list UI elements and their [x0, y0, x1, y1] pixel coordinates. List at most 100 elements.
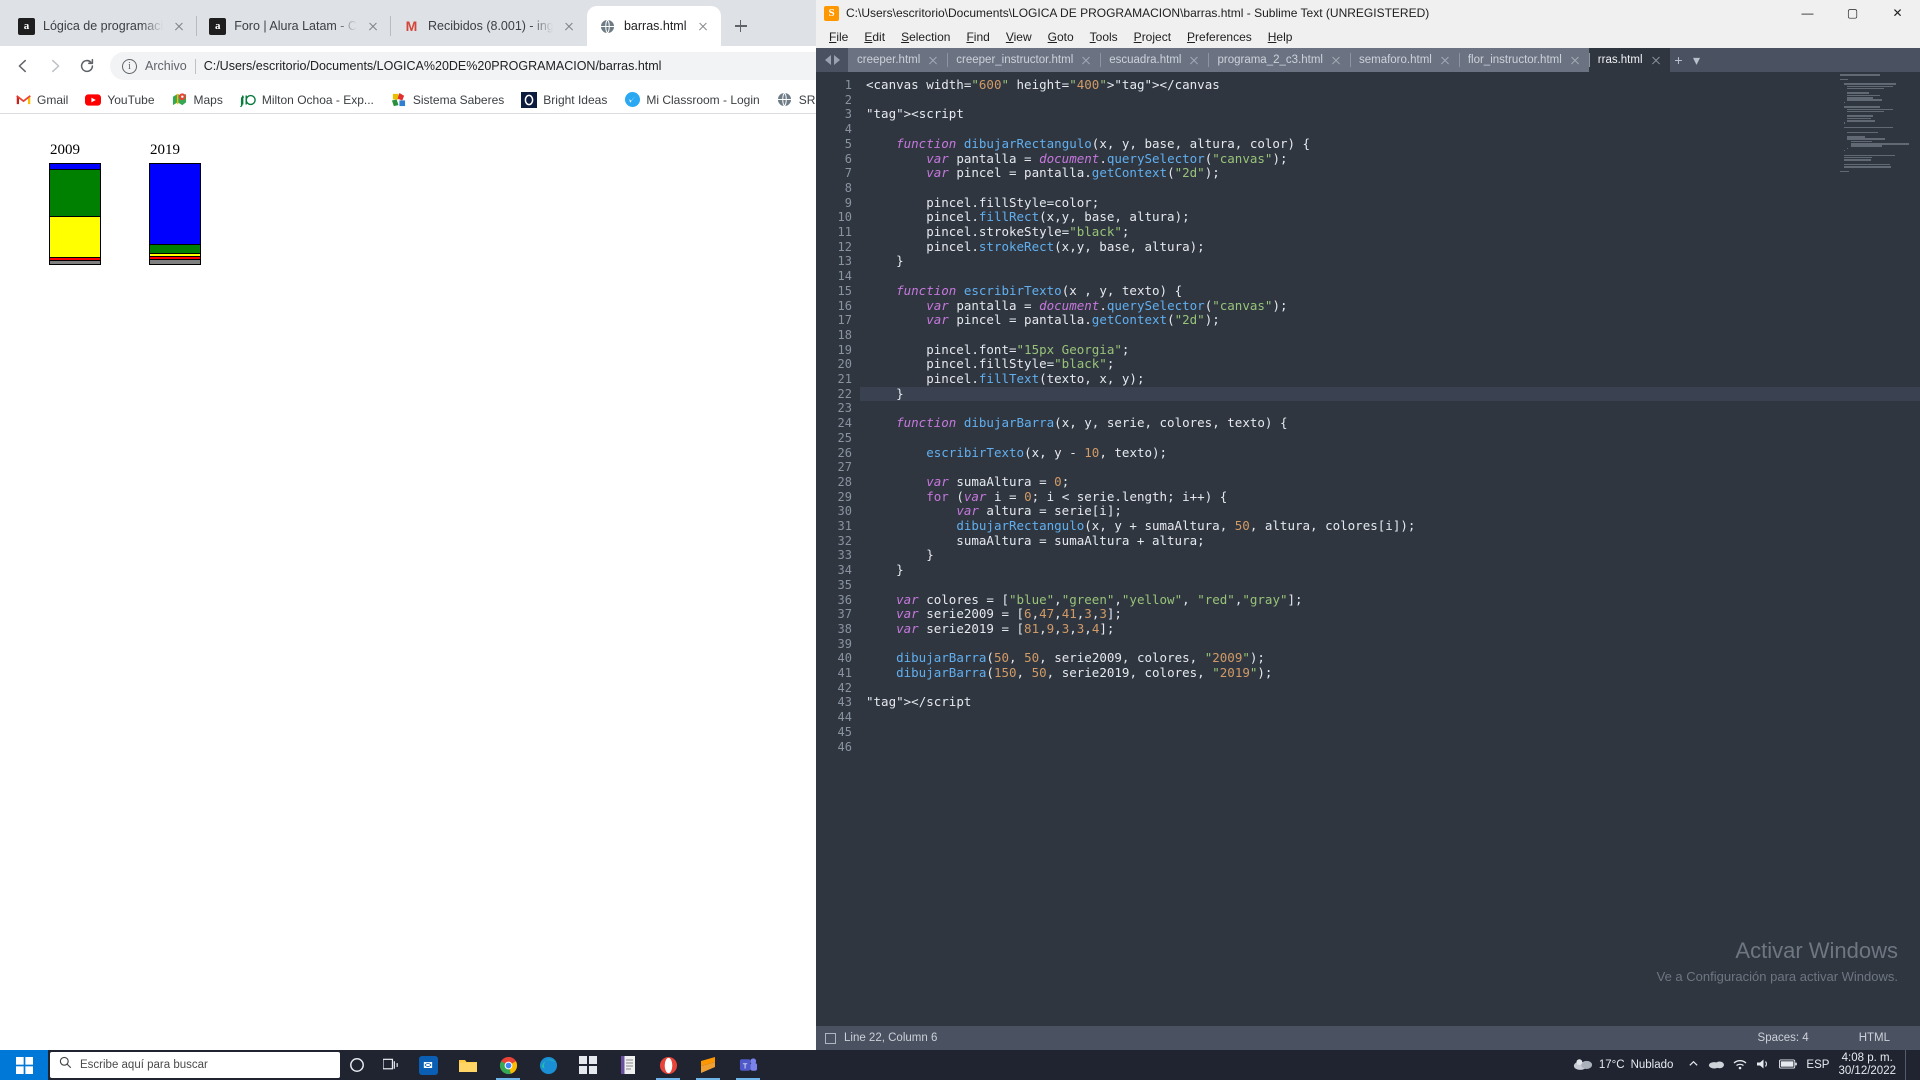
line-number: 12	[837, 239, 852, 254]
forward-button[interactable]	[40, 51, 70, 81]
bookmark-youtube[interactable]: YouTube	[78, 89, 161, 111]
menu-item-tools[interactable]: Tools	[1083, 28, 1125, 46]
opera-app[interactable]	[648, 1050, 688, 1080]
info-icon[interactable]: i	[122, 58, 137, 74]
close-icon[interactable]	[1331, 55, 1341, 65]
indent-setting[interactable]: Spaces: 4	[1758, 1032, 1809, 1044]
code-line: function escribirTexto(x , y, texto) {	[896, 282, 1183, 298]
menu-item-file[interactable]: File	[822, 28, 855, 46]
editor-tab-label: rras.html	[1597, 54, 1643, 66]
bookmark-sistema-saberes[interactable]: Sistema Saberes	[384, 89, 511, 111]
sublime-text-app[interactable]	[688, 1050, 728, 1080]
edge-app[interactable]	[528, 1050, 568, 1080]
new-tab-icon[interactable]: +	[1670, 48, 1688, 72]
srm-icon	[777, 92, 793, 108]
sublime-tab-bar: creeper.html creeper_instructor.html escua…	[816, 48, 1920, 72]
code-line: escribirTexto(x, y - 10, texto);	[926, 444, 1168, 460]
browser-tab-0[interactable]: a Lógica de programaci	[6, 6, 198, 46]
menu-item-project[interactable]: Project	[1127, 28, 1178, 46]
omnibox-scheme-label: Archivo	[145, 59, 187, 73]
taskbar-clock[interactable]: 4:08 p. m. 30/12/2022	[1838, 1052, 1896, 1078]
editor-tab-6[interactable]: rras.html	[1588, 48, 1670, 72]
bookmark-maps[interactable]: Maps	[165, 89, 230, 111]
code-line: var serie2019 = [81,9,3,3,4];	[896, 620, 1115, 636]
close-icon[interactable]	[365, 18, 381, 34]
minimap[interactable]	[1840, 74, 1918, 184]
editor-tab-4[interactable]: semaforo.html	[1349, 48, 1459, 72]
taskbar-search-box[interactable]: Escribe aquí para buscar	[50, 1052, 340, 1078]
close-icon[interactable]	[561, 18, 577, 34]
menu-item-preferences[interactable]: Preferences	[1180, 28, 1259, 46]
tab-scroll-arrows[interactable]	[816, 48, 848, 72]
close-icon[interactable]	[1651, 55, 1661, 65]
bookmark-milton-ochoa[interactable]: ʃ Milton Ochoa - Exp...	[233, 89, 381, 111]
windows-start-icon[interactable]	[0, 1050, 48, 1080]
minimap-line	[1847, 131, 1878, 134]
line-number: 23	[837, 401, 852, 416]
menu-item-help[interactable]: Help	[1261, 28, 1300, 46]
close-icon[interactable]	[695, 18, 711, 34]
milton-icon: ʃ	[240, 92, 256, 108]
line-number: 16	[837, 298, 852, 313]
address-bar[interactable]: i Archivo C:/Users/escritorio/Documents/…	[110, 52, 864, 80]
notepad-app[interactable]	[608, 1050, 648, 1080]
cortana-circle-icon[interactable]	[340, 1050, 374, 1080]
bookmark-mi-classroom[interactable]: Mi Classroom - Login	[617, 89, 766, 111]
line-number: 10	[837, 210, 852, 225]
menu-item-view[interactable]: View	[999, 28, 1039, 46]
maximize-button[interactable]: ▢	[1830, 0, 1875, 26]
teams-app[interactable]: T	[728, 1050, 768, 1080]
sublime-editor[interactable]: 1 2 3 4 5 6 7 8 9 10 11 12 13 14 15 16 17 18 19 20 21 22 23 24 2…	[816, 72, 1920, 1026]
close-icon[interactable]	[928, 55, 938, 65]
mail-app[interactable]: ✉	[408, 1050, 448, 1080]
scroll-left-icon[interactable]	[824, 55, 831, 65]
browser-tab-1[interactable]: a Foro | Alura Latam - C	[196, 6, 391, 46]
task-view-icon[interactable]	[374, 1050, 408, 1080]
minimap-line	[1847, 120, 1875, 122]
weather-widget[interactable]: 17°C Nublado	[1573, 1057, 1673, 1074]
browser-tab-2[interactable]: M Recibidos (8.001) - ing	[389, 6, 587, 46]
close-icon[interactable]	[1440, 55, 1450, 65]
editor-tab-1[interactable]: creeper_instructor.html	[947, 48, 1101, 72]
menu-item-find[interactable]: Find	[959, 28, 996, 46]
editor-tab-5[interactable]: flor_instructor.html	[1458, 48, 1589, 72]
chevron-up-icon[interactable]	[1688, 1058, 1699, 1072]
tab-overflow-icon[interactable]: ▾	[1688, 48, 1706, 72]
menu-item-edit[interactable]: Edit	[857, 28, 892, 46]
new-tab-button[interactable]	[727, 12, 755, 40]
close-icon[interactable]	[171, 18, 187, 34]
menu-item-selection[interactable]: Selection	[894, 28, 957, 46]
editor-tab-3[interactable]: programa_2_c3.html	[1208, 48, 1350, 72]
clock-time: 4:08 p. m.	[1841, 1051, 1893, 1064]
editor-tab-2[interactable]: escuadra.html	[1100, 48, 1209, 72]
bookmark-bright-ideas[interactable]: Bright Ideas	[514, 89, 614, 111]
battery-icon[interactable]	[1779, 1059, 1798, 1072]
weather-temp: 17°C	[1598, 1059, 1625, 1071]
microsoft-store-app[interactable]	[568, 1050, 608, 1080]
syntax-mode[interactable]: HTML	[1859, 1032, 1890, 1044]
browser-tab-3[interactable]: barras.html	[586, 6, 721, 46]
code-area[interactable]: <canvas width="600" height="400">"tag"><…	[860, 72, 1920, 1026]
code-line: "tag"></script	[866, 694, 972, 710]
line-number: 42	[837, 680, 852, 695]
close-button[interactable]: ✕	[1875, 0, 1920, 26]
close-icon[interactable]	[1570, 55, 1580, 65]
close-icon[interactable]	[1081, 55, 1091, 65]
reload-button[interactable]	[72, 51, 102, 81]
file-explorer-app[interactable]	[448, 1050, 488, 1080]
menu-item-goto[interactable]: Goto	[1041, 28, 1081, 46]
minimize-button[interactable]: —	[1785, 0, 1830, 26]
onedrive-icon[interactable]	[1708, 1058, 1725, 1072]
language-indicator[interactable]: ESP	[1806, 1059, 1829, 1071]
network-icon[interactable]	[1733, 1058, 1747, 1073]
chrome-app[interactable]	[488, 1050, 528, 1080]
show-desktop-button[interactable]	[1905, 1050, 1912, 1080]
scroll-right-icon[interactable]	[833, 55, 840, 65]
sidebar-toggle-icon[interactable]	[816, 1032, 844, 1044]
volume-icon[interactable]	[1756, 1058, 1770, 1073]
close-icon[interactable]	[1189, 55, 1199, 65]
editor-tab-0[interactable]: creeper.html	[848, 48, 948, 72]
back-button[interactable]	[8, 51, 38, 81]
bookmark-gmail[interactable]: Gmail	[8, 89, 75, 111]
bookmark-label: Milton Ochoa - Exp...	[261, 92, 374, 107]
